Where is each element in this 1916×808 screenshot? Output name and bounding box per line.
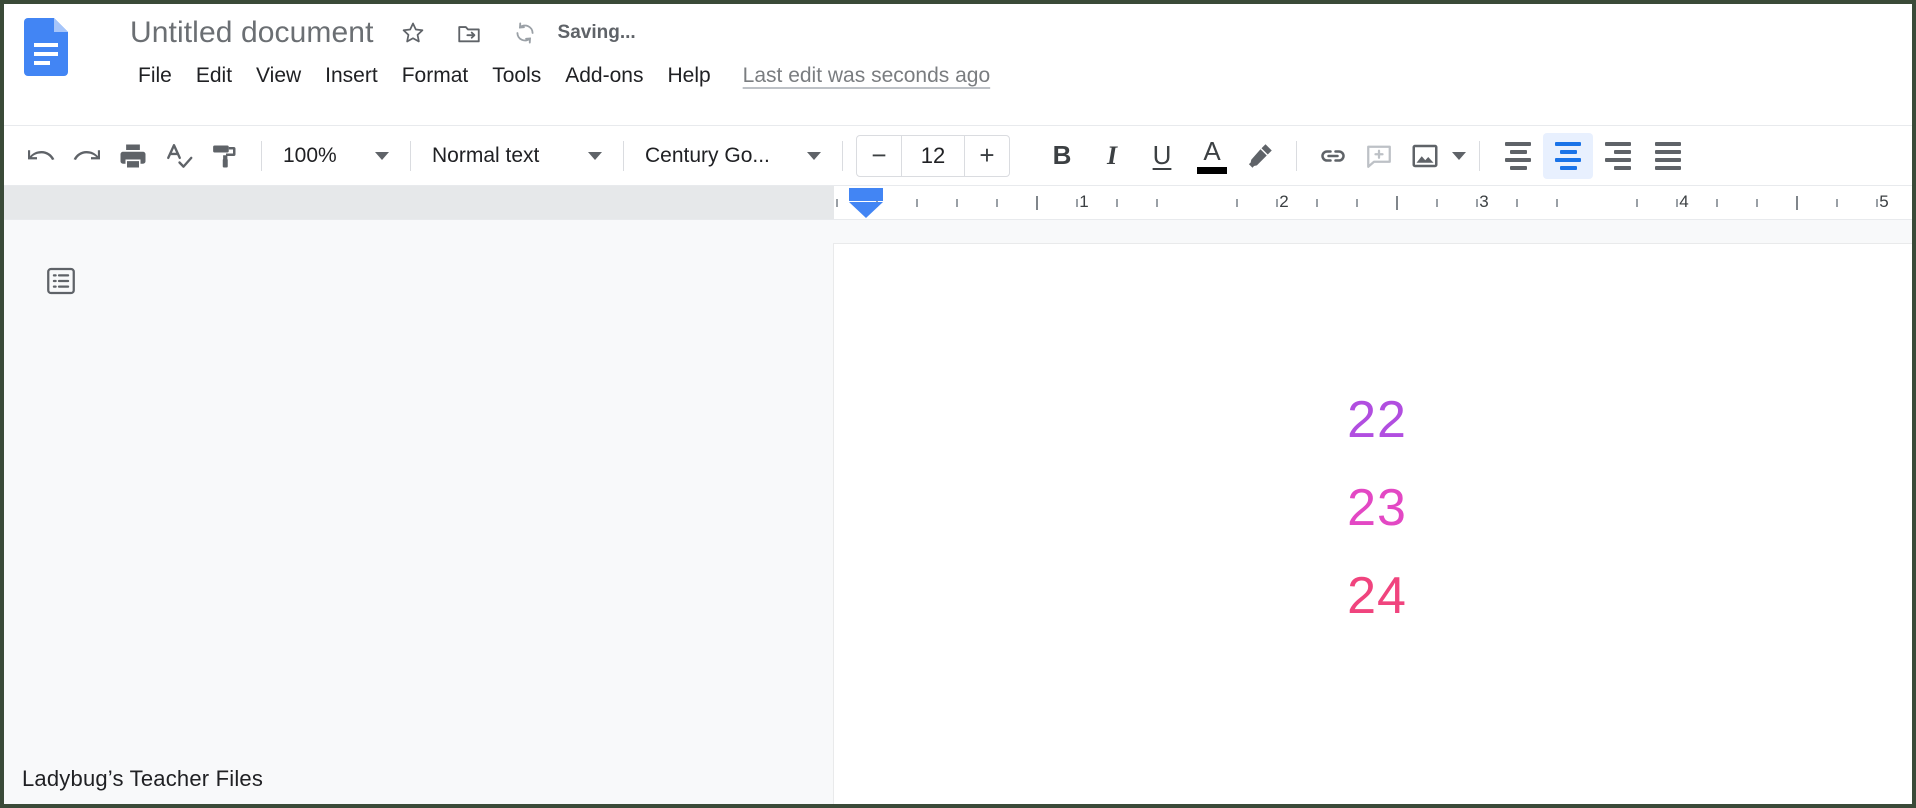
text-color-label: A bbox=[1203, 135, 1221, 166]
insert-link-icon[interactable] bbox=[1310, 133, 1356, 179]
spellcheck-icon[interactable] bbox=[156, 133, 202, 179]
document-canvas: 22 23 24 Ladybug’s Teacher Files bbox=[4, 220, 1912, 804]
print-icon[interactable] bbox=[110, 133, 156, 179]
doc-line-23[interactable]: 23 bbox=[834, 464, 1912, 552]
ruler-number: 2 bbox=[1279, 192, 1289, 211]
font-size-stepper: − 12 + bbox=[856, 134, 1010, 177]
redo-icon[interactable] bbox=[64, 133, 110, 179]
toolbar-divider bbox=[623, 140, 624, 171]
paint-format-icon[interactable] bbox=[202, 133, 248, 179]
add-comment-icon[interactable] bbox=[1356, 133, 1402, 179]
ruler-number: 1 bbox=[1079, 192, 1089, 211]
document-outline-icon[interactable] bbox=[40, 260, 82, 302]
page-content: 22 23 24 bbox=[834, 376, 1912, 640]
title-row: Untitled document Saving... bbox=[126, 12, 636, 54]
insert-image-icon[interactable] bbox=[1402, 133, 1448, 179]
document-page[interactable]: 22 23 24 bbox=[834, 244, 1912, 804]
toolbar-divider bbox=[1479, 140, 1480, 171]
chevron-down-icon bbox=[375, 151, 389, 160]
insert-image-dropdown[interactable] bbox=[1402, 133, 1466, 179]
document-title[interactable]: Untitled document bbox=[126, 14, 378, 52]
google-docs-logo-icon[interactable] bbox=[24, 18, 68, 76]
toolbar-divider bbox=[1296, 140, 1297, 171]
menu-item-tools[interactable]: Tools bbox=[480, 62, 553, 90]
align-center-icon[interactable] bbox=[1543, 132, 1593, 179]
ruler-number: 3 bbox=[1479, 192, 1489, 211]
menu-item-insert[interactable]: Insert bbox=[313, 62, 390, 90]
menu-bar: File Edit View Insert Format Tools Add-o… bbox=[126, 62, 990, 90]
chevron-down-icon bbox=[807, 151, 821, 160]
horizontal-ruler[interactable]: 1 2 3 4 5 bbox=[4, 186, 1912, 220]
align-justify-icon[interactable] bbox=[1643, 133, 1693, 179]
menu-item-file[interactable]: File bbox=[126, 62, 184, 90]
align-left-icon[interactable] bbox=[1493, 133, 1543, 179]
watermark-caption: Ladybug’s Teacher Files bbox=[22, 766, 264, 791]
bold-button[interactable]: B bbox=[1037, 133, 1087, 179]
star-outline-icon[interactable] bbox=[392, 12, 434, 54]
app-header: Untitled document Saving... File Edit Vi… bbox=[4, 4, 1912, 126]
zoom-level-value: 100% bbox=[283, 143, 337, 167]
undo-icon[interactable] bbox=[18, 133, 64, 179]
move-to-folder-icon[interactable] bbox=[448, 12, 490, 54]
align-right-icon[interactable] bbox=[1593, 133, 1643, 179]
google-docs-window: Untitled document Saving... File Edit Vi… bbox=[0, 0, 1916, 808]
cloud-sync-icon bbox=[504, 12, 546, 54]
text-color-swatch bbox=[1197, 166, 1227, 174]
font-family-value: Century Go... bbox=[645, 143, 770, 167]
last-edit-status[interactable]: Last edit was seconds ago bbox=[743, 64, 991, 88]
font-size-input[interactable]: 12 bbox=[902, 136, 964, 176]
font-family-dropdown[interactable]: Century Go... bbox=[637, 136, 829, 176]
doc-line-22[interactable]: 22 bbox=[834, 376, 1912, 464]
menu-item-edit[interactable]: Edit bbox=[184, 62, 244, 90]
chevron-down-icon[interactable] bbox=[1452, 151, 1466, 160]
ruler-number: 4 bbox=[1679, 192, 1689, 211]
underline-button[interactable]: U bbox=[1137, 133, 1187, 179]
paragraph-style-dropdown[interactable]: Normal text bbox=[424, 136, 610, 176]
menu-item-format[interactable]: Format bbox=[390, 62, 481, 90]
highlight-pen-icon[interactable] bbox=[1237, 133, 1283, 179]
saving-status: Saving... bbox=[557, 22, 636, 43]
formatting-toolbar: 100% Normal text Century Go... − 12 + B … bbox=[4, 126, 1912, 186]
menu-item-add-ons[interactable]: Add-ons bbox=[553, 62, 655, 90]
menu-item-help[interactable]: Help bbox=[655, 62, 722, 90]
chevron-down-icon bbox=[588, 151, 602, 160]
zoom-level-dropdown[interactable]: 100% bbox=[275, 136, 397, 176]
toolbar-divider bbox=[410, 140, 411, 171]
font-size-increase-button[interactable]: + bbox=[965, 136, 1009, 176]
toolbar-divider bbox=[842, 140, 843, 171]
doc-line-24[interactable]: 24 bbox=[834, 552, 1912, 640]
italic-button[interactable]: I bbox=[1087, 133, 1137, 179]
ruler-number: 5 bbox=[1879, 192, 1889, 211]
toolbar-divider bbox=[261, 140, 262, 171]
paragraph-style-value: Normal text bbox=[432, 143, 540, 167]
ruler-ticks: 1 2 3 4 5 bbox=[4, 186, 1912, 219]
font-size-decrease-button[interactable]: − bbox=[857, 136, 901, 176]
text-color-button[interactable]: A bbox=[1187, 133, 1237, 179]
menu-item-view[interactable]: View bbox=[244, 62, 313, 90]
